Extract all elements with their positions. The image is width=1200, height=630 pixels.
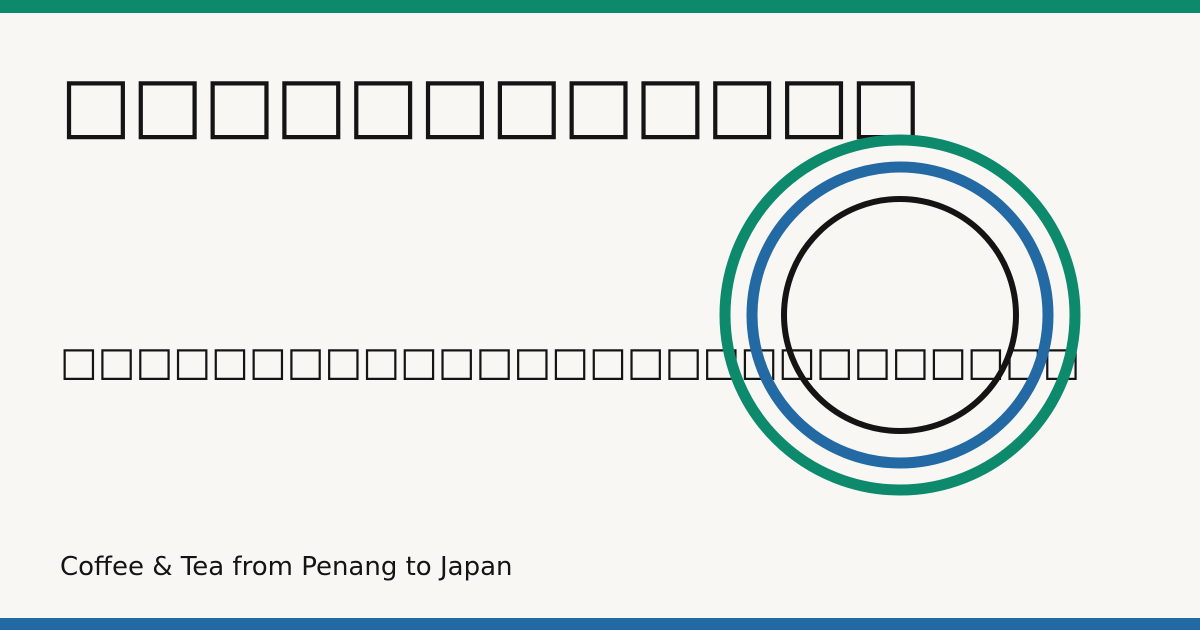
top-accent-bar — [0, 0, 1200, 13]
inner-ring-black — [781, 196, 1019, 434]
concentric-rings-logo — [719, 134, 1081, 496]
banner: □□□□□□□□□□□□ □□□□□□□□□□□□□□□□□□□□□□□□□□□… — [0, 0, 1200, 630]
bottom-accent-bar — [0, 618, 1200, 630]
outer-ring-green — [719, 134, 1081, 496]
middle-ring-blue — [746, 161, 1054, 469]
tagline: Coffee & Tea from Penang to Japan — [60, 552, 513, 582]
